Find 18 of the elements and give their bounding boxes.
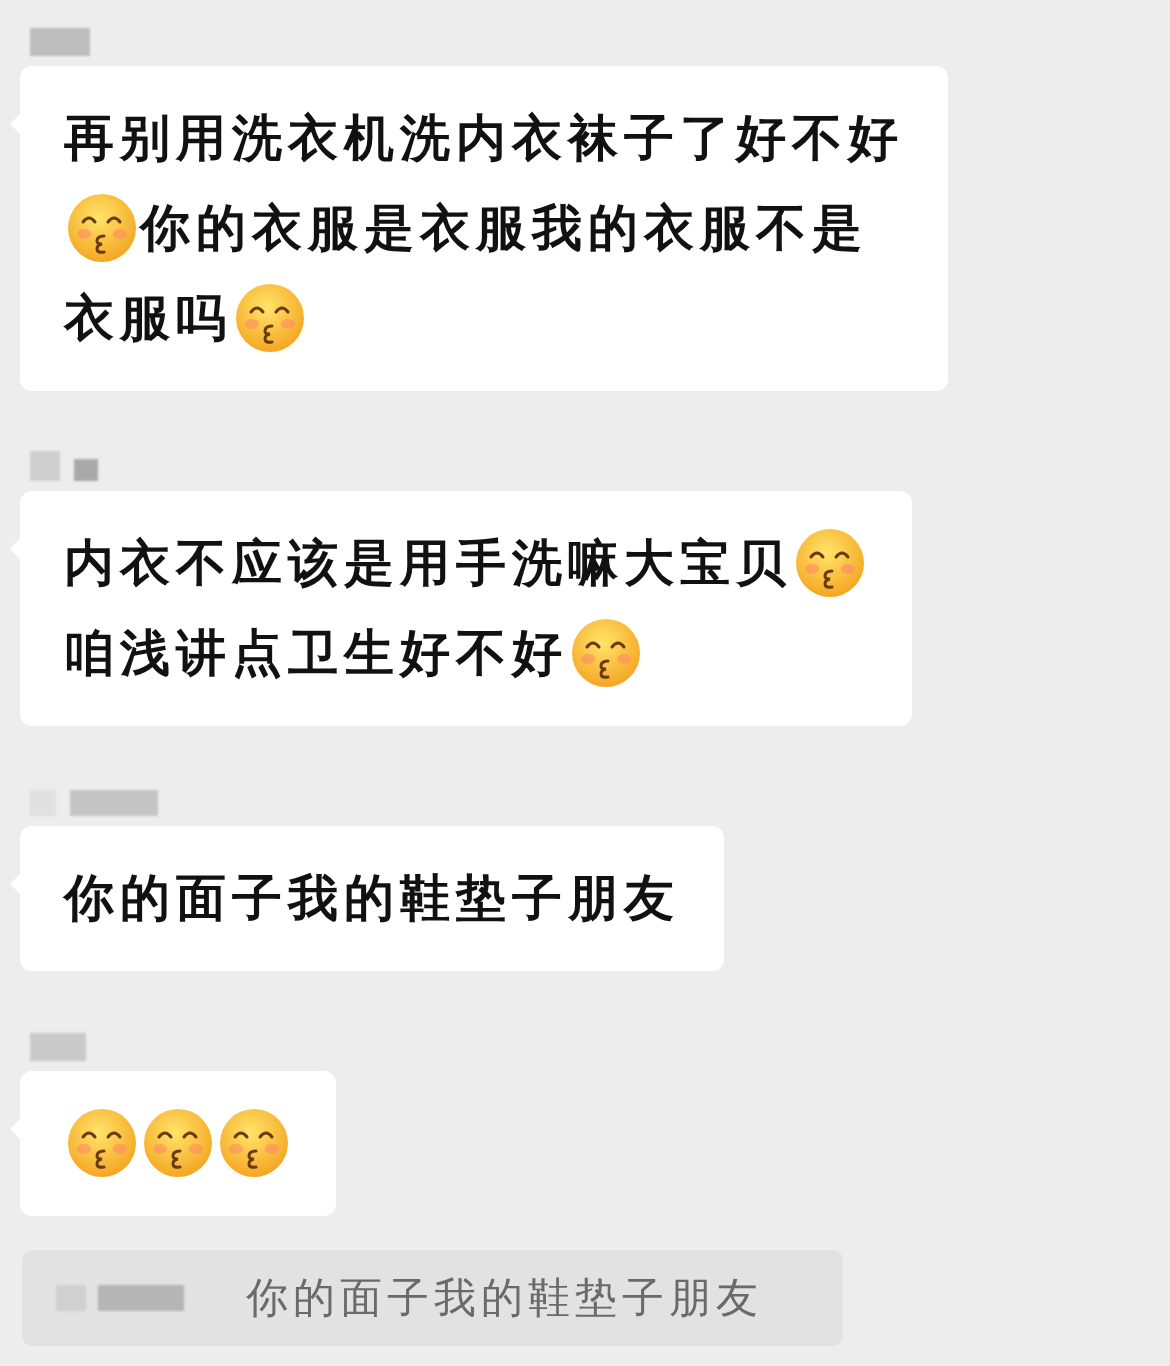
redacted-name [74,459,98,481]
kissing-face-icon [66,1107,138,1179]
kissing-face-icon [66,192,138,264]
message-text: 咱浅讲点卫生好不好 [64,623,568,683]
message-text: 你的衣服是衣服我的衣服不是 [140,198,868,258]
redacted-name [30,451,60,481]
kissing-face-icon [570,617,642,689]
message-text: 衣服吗 [64,288,232,348]
kissing-face-icon [794,527,866,599]
message-text: 内衣不应该是用手洗嘛大宝贝 [64,533,792,593]
kissing-face-icon [142,1107,214,1179]
redacted-name [30,1033,86,1061]
kissing-face-icon [218,1107,290,1179]
quoted-text: 你的面子我的鞋垫子朋友 [246,1273,763,1323]
redacted-name [30,28,90,56]
message-text: 你的面子我的鞋垫子朋友 [64,868,680,928]
kissing-face-icon [234,282,306,354]
message-text: 再别用洗衣机洗内衣袜子了好不好 [64,108,904,168]
